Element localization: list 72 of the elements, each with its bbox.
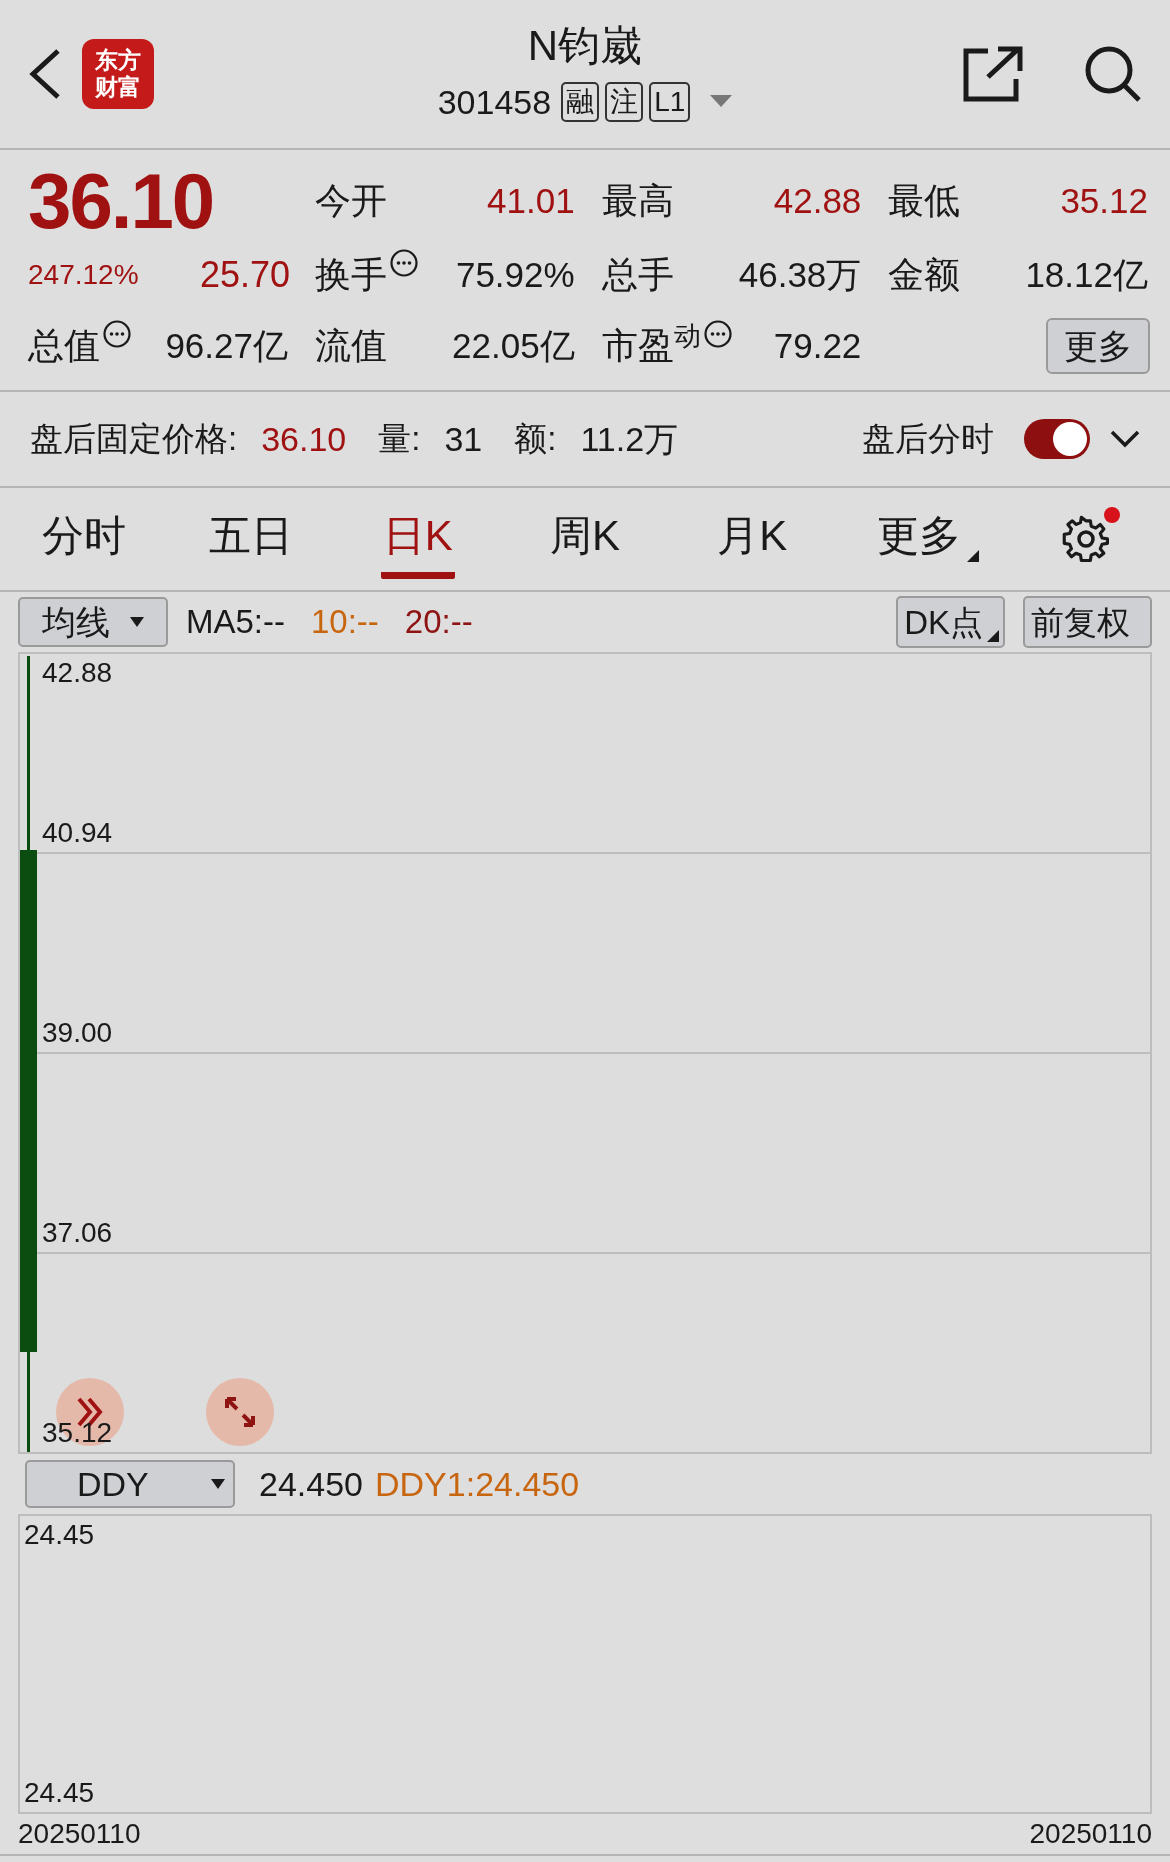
after-hours-value: 36.10 — [261, 418, 347, 460]
stock-tag: 注 — [605, 82, 644, 122]
change-amount: 25.70 — [199, 253, 290, 297]
after-hours-value: 31 — [444, 418, 483, 460]
more-info-icon[interactable] — [102, 319, 132, 349]
more-info-icon[interactable] — [389, 248, 419, 278]
back-icon[interactable] — [28, 48, 62, 100]
chart-tab[interactable]: 月K — [715, 499, 790, 579]
after-hours-label: 额: — [514, 419, 557, 460]
ma-legend: 10:-- — [311, 597, 379, 647]
stat-value: 42.88 — [773, 179, 862, 222]
stat-label: 今开 — [315, 179, 387, 223]
stat-label: 流值 — [315, 324, 387, 368]
chart-tab[interactable]: 分时 — [39, 499, 128, 579]
price-axis-label: 40.94 — [42, 818, 113, 848]
app-logo: 东方 财富 — [82, 39, 154, 109]
stat-label: 金额 — [888, 253, 961, 297]
settings-icon[interactable] — [1062, 515, 1111, 563]
stock-tag: L1 — [649, 82, 691, 122]
price-axis-label: 37.06 — [42, 1218, 113, 1248]
stat-label: 最高 — [601, 179, 674, 223]
chart-tab[interactable]: 五日 — [206, 499, 295, 579]
caret-down-icon — [211, 1479, 225, 1489]
chart-tab[interactable]: 日K — [380, 499, 455, 579]
chart-option-button[interactable]: DK点 — [896, 596, 1005, 648]
indicator-axis-label: 24.45 — [24, 1518, 95, 1552]
chart-tab[interactable]: 更多 — [875, 499, 964, 579]
more-button[interactable]: 更多 — [1046, 318, 1150, 374]
indicator-axis-label: 24.45 — [24, 1776, 95, 1810]
stat-label: 市盈$^{动}$ — [601, 319, 701, 368]
stock-title: N钧崴 — [527, 20, 643, 71]
after-hours-value: 11.2万 — [580, 418, 679, 460]
search-icon[interactable] — [1084, 45, 1142, 103]
caret-down-icon — [130, 617, 144, 627]
chart-tab[interactable]: 周K — [548, 499, 622, 579]
stat-value: 75.92% — [455, 253, 575, 296]
stock-tag: 融 — [561, 82, 600, 122]
current-price: 36.10 — [28, 162, 215, 240]
indicator-legend: DDY1:24.450 — [375, 1458, 580, 1510]
chevron-down-icon[interactable] — [1110, 430, 1140, 448]
price-axis-label: 42.88 — [42, 658, 113, 688]
date-label: 20250110 — [18, 1817, 141, 1851]
more-info-icon[interactable] — [702, 319, 733, 349]
expand-icon — [223, 1395, 257, 1429]
indicator-dropdown[interactable]: DDY — [25, 1460, 235, 1508]
stat-value: 96.27亿 — [165, 324, 288, 367]
stat-value: 35.12 — [1060, 179, 1148, 222]
stat-value: 22.05亿 — [452, 324, 575, 367]
stat-value: 79.22 — [773, 324, 862, 367]
ma-legend: 20:-- — [404, 597, 473, 647]
stat-value: 41.01 — [487, 179, 575, 222]
after-hours-toggle-label: 盘后分时 — [862, 419, 994, 460]
toggle-switch[interactable] — [1024, 419, 1090, 459]
after-hours-label: 盘后固定价格: — [30, 419, 238, 460]
stat-label: 换手 — [315, 253, 387, 297]
indicator-dropdown[interactable]: 均线 — [18, 597, 168, 647]
caret-down-icon[interactable] — [710, 95, 733, 109]
change-percent: 247.12% — [28, 258, 139, 292]
stock-code: 301458 — [437, 81, 552, 123]
share-icon[interactable] — [962, 45, 1024, 103]
stat-label: 总值 — [28, 324, 100, 368]
stat-value: 18.12亿 — [1025, 253, 1148, 296]
price-axis-label: 39.00 — [42, 1018, 113, 1048]
chart-option-button[interactable]: 前复权 — [1023, 596, 1152, 648]
indicator-value: 24.450 — [259, 1463, 363, 1505]
price-axis-label: 35.12 — [42, 1418, 113, 1448]
date-label: 20250110 — [1029, 1817, 1152, 1851]
ma-legend: MA5:-- — [186, 597, 285, 647]
stat-label: 最低 — [888, 179, 961, 223]
after-hours-label: 量: — [378, 419, 421, 460]
stat-label: 总手 — [601, 253, 674, 297]
stat-value: 46.38万 — [738, 253, 862, 296]
